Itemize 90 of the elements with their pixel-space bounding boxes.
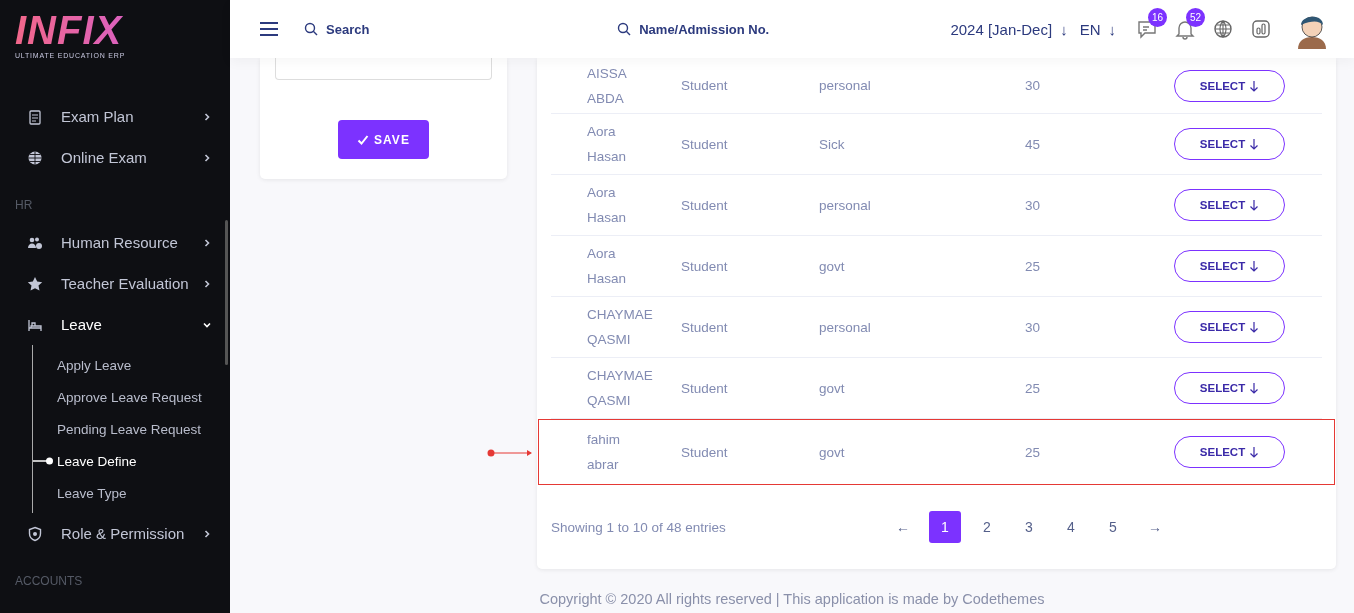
table-cell-text: personal — [819, 78, 872, 93]
table-cell-text: Student — [681, 444, 729, 460]
table-cell-text: AISSA ABDA — [587, 64, 628, 108]
select-button[interactable]: SELECT — [1174, 250, 1285, 282]
chevron-icon — [202, 278, 212, 289]
table-cell-text: CHAYMAE QASMI — [587, 367, 651, 410]
page-button[interactable]: 2 — [971, 511, 1003, 543]
session-dropdown[interactable]: 2024 [Jan-Dec] — [950, 20, 1053, 38]
sidebar-item[interactable]: Online Exam — [0, 137, 230, 178]
table-cell-text: Student — [681, 258, 729, 274]
select-button[interactable]: SELECT — [1174, 69, 1285, 102]
menu-icon[interactable] — [260, 22, 278, 36]
sidebar-item[interactable]: Role & Permission — [0, 513, 230, 554]
table-cell-text: govt — [819, 444, 846, 460]
table-cell-text: 25 — [1025, 258, 1042, 274]
globe-icon — [27, 149, 43, 166]
dropdown-arrow[interactable]: ↓ — [1060, 20, 1068, 38]
notification-badge: 52 — [1186, 8, 1205, 27]
table-cell-text: CHAYMAE QASMI — [587, 306, 651, 349]
notification-badge: 16 — [1148, 8, 1167, 27]
arrow-down-icon — [1249, 199, 1260, 211]
check-icon — [357, 133, 370, 146]
page-button[interactable]: 4 — [1055, 511, 1087, 543]
table-cell-text: Student — [681, 380, 729, 396]
next-page-button[interactable]: → — [1139, 511, 1171, 543]
arrow-down-icon — [1249, 382, 1260, 394]
submenu-item[interactable]: Pending Leave Request — [33, 413, 230, 445]
table-cell-text: Aora Hasan — [587, 245, 628, 288]
arrow-down-icon — [1249, 260, 1260, 272]
page-button[interactable]: 1 — [929, 511, 961, 543]
section-heading: ACCOUNTS — [14, 573, 84, 590]
student-search-field[interactable]: Name/Admission No. — [637, 20, 782, 38]
arrow-down-icon — [1249, 446, 1260, 458]
table-cell-text: Student — [681, 197, 729, 213]
table-cell-text: personal — [819, 197, 872, 213]
chevron-icon — [202, 111, 212, 122]
table-cell-text: 30 — [1025, 197, 1042, 213]
sidebar-item[interactable]: Leave — [0, 304, 230, 345]
star-icon — [27, 275, 43, 292]
select-button[interactable]: SELECT — [1174, 436, 1285, 468]
footer-text: Copyright © 2020 All rights reserved | This application is made by Codethemes — [538, 591, 1046, 607]
dropdown-arrow[interactable]: ↓ — [1108, 20, 1116, 38]
section-heading: HR — [14, 197, 34, 214]
entries-summary: Showing 1 to 10 of 48 entries — [551, 519, 727, 535]
sidebar-item[interactable]: Human Resource — [0, 222, 230, 263]
select-button[interactable]: SELECT — [1174, 189, 1285, 221]
table-cell-text: 30 — [1025, 319, 1042, 335]
language-dropdown[interactable]: EN — [1079, 20, 1101, 38]
chevron-icon — [202, 528, 212, 539]
table-cell-text: Sick — [819, 136, 846, 152]
submenu-item[interactable]: Approve Leave Request — [33, 381, 230, 413]
sidebar-item[interactable]: Exam Plan — [0, 96, 230, 137]
clipboard-icon — [27, 108, 43, 125]
table-cell-text: 25 — [1025, 380, 1042, 396]
previous-page-button[interactable]: ← — [887, 511, 919, 543]
search-icon — [304, 22, 318, 36]
search-icon — [617, 22, 632, 36]
arrow-down-icon — [1249, 79, 1260, 92]
page-button[interactable]: 3 — [1013, 511, 1045, 543]
table-cell-text: govt — [819, 380, 846, 396]
table-cell-text: Student — [681, 136, 729, 152]
chevron-icon — [202, 237, 212, 248]
search-field[interactable]: Search — [324, 20, 448, 38]
table-cell-text: fahim abrar — [587, 431, 621, 474]
table-cell-text: Student — [681, 319, 729, 335]
submenu-item[interactable]: Apply Leave — [33, 349, 230, 381]
select-button[interactable]: SELECT — [1174, 311, 1285, 343]
sidebar-item[interactable]: Teacher Evaluation — [0, 263, 230, 304]
table-cell-text: Aora Hasan — [587, 123, 628, 166]
table-cell-text: Aora Hasan — [587, 184, 628, 227]
submenu-item[interactable]: Leave Define — [33, 445, 230, 477]
submenu-item[interactable]: Leave Type — [33, 477, 230, 509]
arrow-down-icon — [1249, 138, 1260, 150]
save-button[interactable]: SAVE — [338, 120, 429, 159]
page-button[interactable]: 5 — [1097, 511, 1129, 543]
table-cell-text: govt — [819, 258, 846, 274]
globe-icon[interactable] — [1212, 18, 1234, 40]
chart-icon[interactable] — [1250, 18, 1272, 40]
table-cell-text: 30 — [1025, 78, 1042, 93]
table-cell-text: personal — [819, 319, 872, 335]
table-cell-text: 25 — [1025, 444, 1042, 460]
chevron-icon — [202, 152, 212, 163]
table-cell-text: 45 — [1025, 136, 1042, 152]
shield-icon — [27, 525, 43, 542]
select-button[interactable]: SELECT — [1174, 372, 1285, 404]
arrow-down-icon — [1249, 321, 1260, 333]
select-button[interactable]: SELECT — [1174, 128, 1285, 160]
table-cell-text: Student — [681, 78, 729, 93]
selection-marker-icon — [33, 457, 54, 465]
scrollbar[interactable] — [225, 220, 228, 365]
